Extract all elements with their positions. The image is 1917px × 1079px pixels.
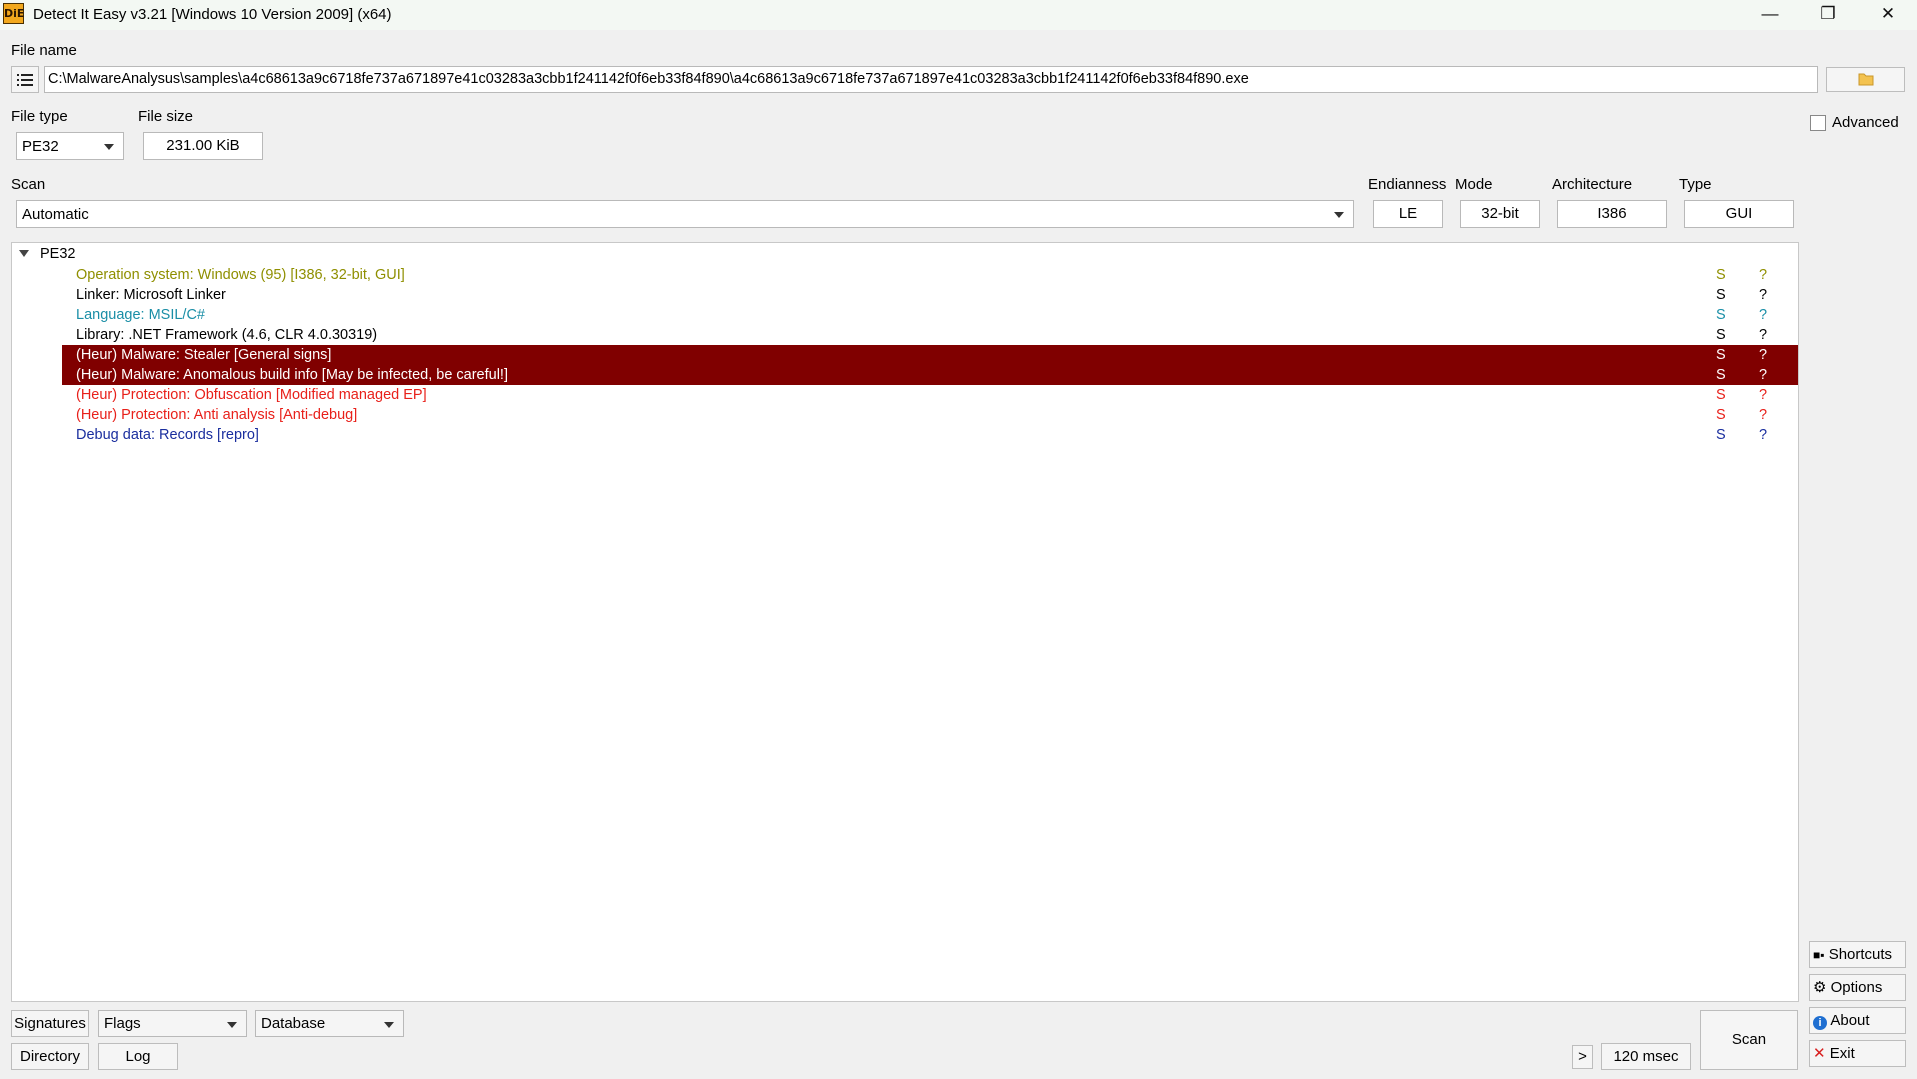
architecture-field: I386 (1557, 200, 1667, 228)
result-info-link[interactable]: ? (1759, 265, 1767, 285)
result-signature-link[interactable]: S (1716, 305, 1726, 325)
results-tree[interactable]: PE32 Operation system: Windows (95) [I38… (11, 242, 1799, 1002)
result-info-link[interactable]: ? (1759, 325, 1767, 345)
gear-icon: ⚙ (1813, 979, 1827, 996)
database-select[interactable]: Database (255, 1010, 404, 1037)
result-row[interactable]: (Heur) Protection: Obfuscation [Modified… (62, 385, 1798, 405)
result-text: Language: MSIL/C# (76, 307, 205, 323)
file-type-label: File type (11, 108, 68, 125)
flags-select[interactable]: Flags (98, 1010, 247, 1037)
result-info-link[interactable]: ? (1759, 305, 1767, 325)
result-text: (Heur) Malware: Anomalous build info [Ma… (76, 367, 508, 383)
result-text: (Heur) Protection: Anti analysis [Anti-d… (76, 407, 358, 423)
type-label: Type (1679, 176, 1712, 193)
result-text: Linker: Microsoft Linker (76, 287, 226, 303)
result-signature-link[interactable]: S (1716, 265, 1726, 285)
architecture-label: Architecture (1552, 176, 1633, 193)
file-menu-button[interactable] (11, 66, 39, 93)
chevron-down-icon (384, 1021, 394, 1028)
scan-mode-value: Automatic (22, 206, 89, 223)
result-row[interactable]: Language: MSIL/C# S? (62, 305, 1798, 325)
maximize-button[interactable]: ❐ (1799, 0, 1857, 30)
result-text: Library: .NET Framework (4.6, CLR 4.0.30… (76, 327, 378, 343)
directory-button[interactable]: Directory (11, 1043, 89, 1070)
result-info-link[interactable]: ? (1759, 345, 1767, 365)
file-type-select[interactable]: PE32 (16, 132, 124, 160)
shortcuts-icon: ■▪ (1813, 948, 1825, 962)
endianness-field: LE (1373, 200, 1443, 228)
file-name-label: File name (11, 42, 77, 59)
chevron-down-icon (104, 144, 114, 150)
more-button[interactable]: > (1572, 1045, 1593, 1069)
scan-time-display: 120 msec (1601, 1043, 1691, 1070)
scan-button[interactable]: Scan (1700, 1010, 1798, 1070)
close-button[interactable]: ✕ (1859, 0, 1917, 30)
result-signature-link[interactable]: S (1716, 365, 1726, 385)
mode-field: 32-bit (1460, 200, 1540, 228)
result-text: (Heur) Protection: Obfuscation [Modified… (76, 387, 427, 403)
result-signature-link[interactable]: S (1716, 345, 1726, 365)
result-signature-link[interactable]: S (1716, 425, 1726, 445)
collapse-arrow-icon[interactable] (19, 250, 29, 258)
exit-label: Exit (1829, 1045, 1855, 1062)
result-row[interactable]: Debug data: Records [repro] S? (62, 425, 1798, 445)
database-label: Database (261, 1015, 326, 1032)
about-button[interactable]: i About (1809, 1007, 1906, 1034)
file-type-value: PE32 (22, 138, 59, 155)
result-info-link[interactable]: ? (1759, 405, 1767, 425)
open-file-button[interactable] (1826, 67, 1905, 92)
options-label: Options (1830, 979, 1883, 996)
result-info-link[interactable]: ? (1759, 285, 1767, 305)
exit-button[interactable]: ✕ Exit (1809, 1040, 1906, 1067)
result-info-link[interactable]: ? (1759, 365, 1767, 385)
result-signature-link[interactable]: S (1716, 385, 1726, 405)
shortcuts-button[interactable]: ■▪ Shortcuts (1809, 941, 1906, 968)
minimize-button[interactable]: — (1741, 0, 1799, 30)
scan-mode-select[interactable]: Automatic (16, 200, 1354, 228)
window-title: Detect It Easy v3.21 [Windows 10 Version… (33, 6, 392, 23)
chevron-down-icon (227, 1021, 237, 1028)
mode-label: Mode (1455, 176, 1493, 193)
result-info-link[interactable]: ? (1759, 425, 1767, 445)
result-signature-link[interactable]: S (1716, 285, 1726, 305)
log-button[interactable]: Log (98, 1043, 178, 1070)
chevron-down-icon (1334, 212, 1344, 218)
result-row[interactable]: Operation system: Windows (95) [I386, 32… (62, 265, 1798, 285)
app-logo-icon: DiE (3, 3, 24, 24)
about-label: About (1830, 1012, 1870, 1029)
result-text: Operation system: Windows (95) [I386, 32… (76, 267, 405, 283)
file-path-input[interactable]: C:\MalwareAnalysus\samples\a4c68613a9c67… (44, 66, 1818, 93)
file-size-label: File size (138, 108, 194, 125)
flags-label: Flags (104, 1015, 141, 1032)
result-info-link[interactable]: ? (1759, 385, 1767, 405)
file-size-field: 231.00 KiB (143, 132, 263, 160)
endianness-label: Endianness (1368, 176, 1447, 193)
result-text: Debug data: Records [repro] (76, 427, 259, 443)
scan-label: Scan (11, 176, 46, 193)
result-row[interactable]: Linker: Microsoft Linker S? (62, 285, 1798, 305)
options-button[interactable]: ⚙ Options (1809, 974, 1906, 1001)
info-icon: i (1813, 1016, 1827, 1030)
result-signature-link[interactable]: S (1716, 405, 1726, 425)
exit-x-icon: ✕ (1813, 1045, 1826, 1062)
advanced-label: Advanced (1832, 114, 1899, 131)
result-row[interactable]: (Heur) Malware: Anomalous build info [Ma… (62, 365, 1798, 385)
folder-icon (1858, 73, 1873, 86)
result-row[interactable]: Library: .NET Framework (4.6, CLR 4.0.30… (62, 325, 1798, 345)
result-signature-link[interactable]: S (1716, 325, 1726, 345)
advanced-checkbox[interactable] (1810, 115, 1826, 131)
list-icon (17, 74, 33, 86)
result-text: (Heur) Malware: Stealer [General signs] (76, 347, 332, 363)
shortcuts-label: Shortcuts (1828, 946, 1893, 963)
tree-root-pe32[interactable]: PE32 (40, 244, 75, 264)
signatures-button[interactable]: Signatures (11, 1010, 89, 1037)
type-field: GUI (1684, 200, 1794, 228)
result-row[interactable]: (Heur) Malware: Stealer [General signs] S… (62, 345, 1798, 365)
result-row[interactable]: (Heur) Protection: Anti analysis [Anti-d… (62, 405, 1798, 425)
